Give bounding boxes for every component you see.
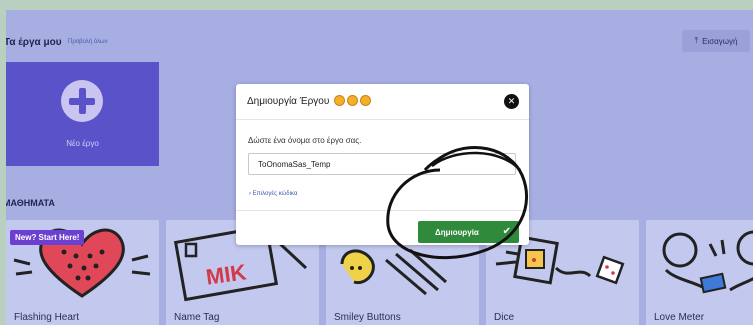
card-label: Flashing Heart	[14, 312, 80, 323]
card-label: Love Meter	[654, 312, 705, 323]
love-meter-illustration	[662, 230, 753, 294]
check-icon: ✔	[502, 226, 511, 237]
code-options-label: Επιλογές κώδικα	[252, 191, 298, 197]
dialog-header: Δημιουργία Έργου ✕	[236, 84, 529, 120]
star-eyes-emoji-icon	[334, 95, 346, 106]
view-all-link[interactable]: Προβολή όλων	[68, 39, 108, 45]
chevron-right-icon: ›	[249, 191, 251, 197]
import-label: Εισαγωγή	[702, 36, 738, 46]
svg-text:MIK: MIK	[204, 259, 248, 289]
name-prompt: Δώστε ένα όνομα στο έργο σας.	[248, 136, 362, 145]
create-project-dialog: Δημιουργία Έργου ✕ Δώστε ένα όνομα στο έ…	[236, 84, 529, 245]
project-name-input[interactable]	[248, 153, 516, 175]
card-label: Name Tag	[174, 312, 220, 323]
plus-icon	[61, 80, 103, 122]
new-project-label: Νέο έργο	[66, 139, 99, 148]
card-label: Dice	[494, 312, 515, 323]
lesson-card-love-meter[interactable]: Love Meter	[646, 220, 753, 325]
start-here-badge: New? Start Here!	[10, 230, 85, 245]
create-button[interactable]: Δημιουργία ✔	[418, 221, 519, 243]
dialog-footer-divider	[236, 210, 529, 211]
new-project-card[interactable]: Νέο έργο	[6, 62, 159, 166]
code-options-toggle[interactable]: › Επιλογές κώδικα	[249, 191, 297, 197]
import-button[interactable]: ⤒ Εισαγωγή	[682, 30, 750, 52]
card-label: Smiley Buttons	[334, 312, 401, 323]
dialog-title: Δημιουργία Έργου	[247, 95, 372, 107]
lesson-card-flashing-heart[interactable]: New? Start Here! Flashing Heart	[6, 220, 159, 325]
create-button-label: Δημιουργία	[435, 228, 479, 237]
star-eyes-emoji-icon	[347, 95, 359, 106]
close-icon[interactable]: ✕	[504, 94, 519, 109]
upload-icon: ⤒	[694, 36, 699, 45]
star-eyes-emoji-icon	[360, 95, 372, 106]
dialog-title-text: Δημιουργία Έργου	[247, 96, 330, 107]
page-title: Τα έργα μου	[6, 37, 62, 48]
lessons-heading: ΜΑΘΗΜΑΤΑ	[6, 198, 55, 208]
